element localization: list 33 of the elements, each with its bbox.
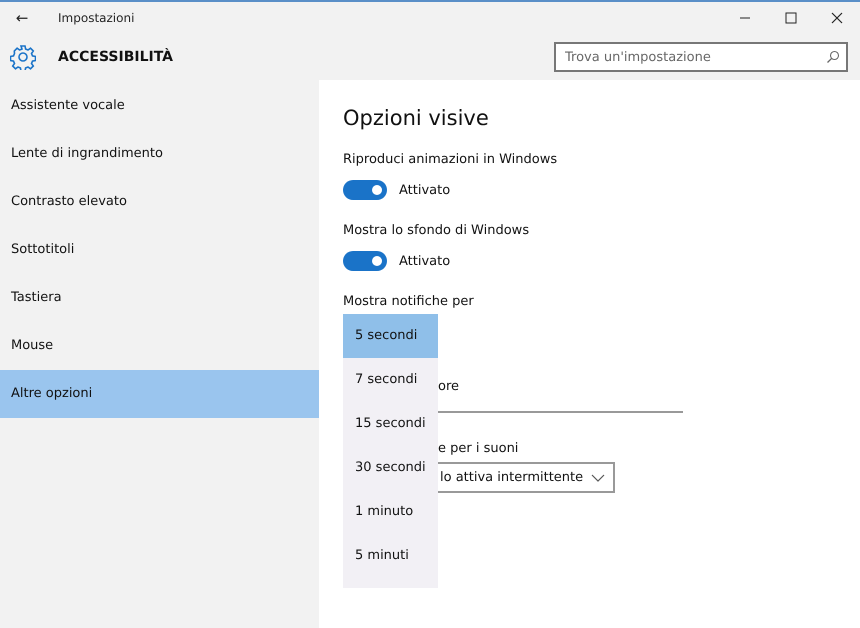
setting-label: Mostra lo sfondo di Windows	[343, 223, 530, 238]
sidebar-item[interactable]: Tastiera	[0, 274, 319, 322]
sidebar-item[interactable]: Contrasto elevato	[0, 178, 319, 226]
menu-option[interactable]: 30 secondi	[343, 446, 438, 490]
sidebar-item[interactable]: Lente di ingrandimento	[0, 130, 319, 178]
menu-option[interactable]: 1 minuto	[343, 490, 438, 534]
menu-option[interactable]: 5 secondi	[343, 314, 438, 358]
setting-label: e per i suoni	[438, 441, 520, 456]
close-icon[interactable]	[831, 12, 843, 24]
toggle-switch[interactable]	[343, 180, 387, 200]
dropdown[interactable]: lo attiva intermittente	[438, 462, 615, 493]
section-title: Opzioni visive	[343, 106, 490, 130]
search-field[interactable]: Trova un'impostazione	[554, 42, 848, 72]
maximize-icon[interactable]	[785, 12, 797, 24]
menu-option[interactable]: 7 secondi	[343, 358, 438, 402]
sidebar-item[interactable]: Altre opzioni	[0, 370, 319, 418]
search-icon	[826, 50, 840, 64]
page-title: ACCESSIBILITÀ	[58, 49, 174, 65]
menu-option[interactable]: 15 secondi	[343, 402, 438, 446]
setting-label: Mostra notifiche per	[343, 294, 475, 309]
setting-label: Riproduci animazioni in Windows	[343, 152, 558, 167]
setting-label: ore	[438, 379, 460, 394]
toggle-state: Attivato	[399, 182, 450, 198]
chevron-icon	[591, 474, 605, 482]
sidebar-item[interactable]: Sottotitoli	[0, 226, 319, 274]
toggle-switch[interactable]	[343, 251, 387, 271]
sidebar-item[interactable]: Mouse	[0, 322, 319, 370]
toggle-state: Attivato	[399, 254, 450, 268]
menu-option[interactable]: 5 minuti	[343, 534, 438, 578]
back-button[interactable]: ←	[0, 9, 44, 27]
sidebar-item[interactable]: Assistente vocale	[0, 82, 319, 130]
window-title: Impostazioni	[58, 11, 134, 25]
gear-icon	[10, 44, 36, 70]
